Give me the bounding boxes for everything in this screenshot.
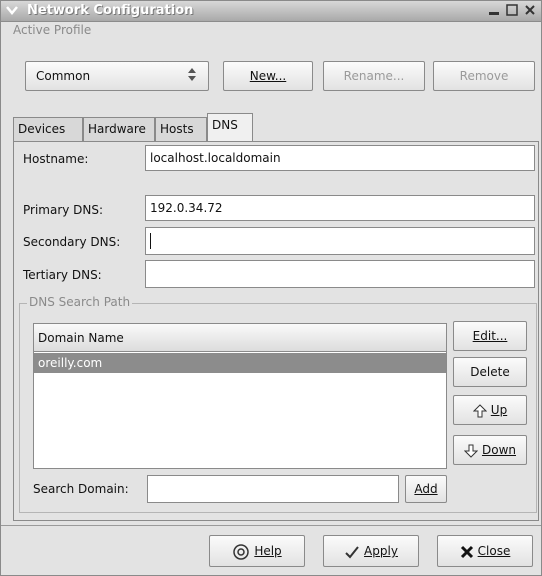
- delete-domain-button[interactable]: Delete: [453, 357, 527, 387]
- tertiary-dns-label: Tertiary DNS:: [23, 268, 102, 282]
- active-profile-label: Active Profile: [13, 23, 92, 37]
- help-lifebuoy-icon: [232, 543, 250, 561]
- dns-search-path-label: DNS Search Path: [27, 295, 133, 309]
- tab-dns[interactable]: DNS: [207, 113, 253, 142]
- secondary-dns-label: Secondary DNS:: [23, 235, 121, 249]
- network-config-window: Network Configuration Active Profile Com…: [0, 0, 542, 576]
- window-menu-icon[interactable]: [5, 3, 19, 17]
- close-x-icon: [460, 545, 474, 559]
- hostname-input[interactable]: localhost.localdomain: [145, 145, 535, 171]
- list-item[interactable]: oreilly.com: [34, 353, 446, 373]
- apply-button[interactable]: Apply: [323, 535, 419, 567]
- domain-list[interactable]: Domain Name oreilly.com: [33, 323, 447, 469]
- add-domain-label: Add: [414, 482, 438, 496]
- checkmark-icon: [344, 544, 360, 560]
- close-button[interactable]: Close: [437, 535, 533, 567]
- profile-select-value: Common: [36, 69, 91, 83]
- move-up-button[interactable]: Up: [453, 395, 527, 425]
- combo-arrows-icon: [186, 66, 198, 84]
- secondary-dns-input[interactable]: [145, 227, 535, 255]
- text-cursor: [150, 232, 151, 249]
- rename-profile-button[interactable]: Rename...: [323, 61, 425, 91]
- arrow-down-icon: [463, 444, 478, 458]
- footer-divider: [1, 525, 541, 526]
- rename-profile-label: Rename...: [343, 69, 405, 83]
- minimize-icon[interactable]: [487, 3, 501, 17]
- primary-dns-label: Primary DNS:: [23, 203, 104, 217]
- new-profile-label: New...: [249, 69, 287, 83]
- new-profile-button[interactable]: New...: [223, 61, 313, 91]
- domain-name-column-header[interactable]: Domain Name: [34, 324, 446, 352]
- edit-domain-label: Edit...: [472, 329, 508, 343]
- tab-hardware[interactable]: Hardware: [83, 117, 155, 141]
- maximize-icon[interactable]: [505, 3, 519, 17]
- search-domain-input[interactable]: [147, 475, 399, 503]
- close-window-icon[interactable]: [523, 3, 537, 17]
- primary-dns-input[interactable]: 192.0.34.72: [145, 195, 535, 221]
- remove-profile-button[interactable]: Remove: [433, 61, 535, 91]
- move-down-label: Down: [481, 443, 516, 457]
- profile-select[interactable]: Common: [25, 61, 209, 91]
- move-down-button[interactable]: Down: [453, 435, 527, 465]
- help-button[interactable]: Help: [209, 535, 305, 567]
- move-up-label: Up: [490, 403, 508, 417]
- tertiary-dns-input[interactable]: [145, 260, 535, 288]
- arrow-up-icon: [472, 403, 487, 418]
- tab-devices[interactable]: Devices: [13, 117, 83, 141]
- help-label: Help: [254, 544, 282, 558]
- window-title: Network Configuration: [27, 3, 194, 18]
- add-domain-button[interactable]: Add: [405, 475, 447, 503]
- hostname-label: Hostname:: [23, 152, 89, 166]
- title-bar[interactable]: Network Configuration: [1, 1, 541, 22]
- close-label: Close: [477, 544, 511, 558]
- search-domain-label: Search Domain:: [33, 482, 129, 496]
- tab-hosts[interactable]: Hosts: [155, 117, 207, 141]
- delete-domain-label: Delete: [470, 365, 510, 379]
- edit-domain-button[interactable]: Edit...: [453, 321, 527, 351]
- remove-profile-label: Remove: [459, 69, 509, 83]
- apply-label: Apply: [364, 544, 398, 558]
